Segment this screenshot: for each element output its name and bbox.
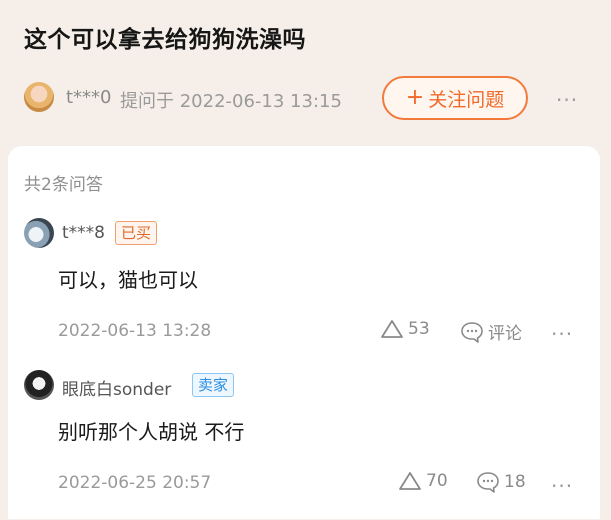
more-dots-icon[interactable]: ··· [556, 90, 578, 110]
answer-user-name[interactable]: 眼底白sonder [62, 375, 171, 400]
question-title: 这个可以拿去给狗狗洗澡吗 [24, 27, 306, 53]
comment-count: 18 [504, 472, 526, 492]
more-dots-icon[interactable]: ··· [551, 324, 573, 344]
comment-bubble-icon [461, 321, 483, 343]
answer-count-label: 共2条问答 [24, 175, 103, 195]
answer-text: 别听那个人胡说 不行 [58, 420, 245, 444]
asker-avatar[interactable] [24, 82, 54, 112]
answer-item: t***8 已买 可以，猫也可以 2022-06-13 13:28 53 评论 … [8, 218, 600, 368]
avatar[interactable] [24, 218, 54, 248]
answer-item: 眼底白sonder 卖家 别听那个人胡说 不行 2022-06-25 20:57… [8, 370, 600, 520]
like-triangle-icon [399, 472, 421, 490]
comment-bubble-icon [477, 472, 499, 493]
answer-user-name[interactable]: t***8 [62, 223, 105, 243]
answer-time: 2022-06-13 13:28 [58, 321, 212, 341]
more-dots-icon[interactable]: ··· [551, 476, 573, 496]
plus-icon: + [405, 85, 425, 110]
like-triangle-icon [381, 320, 403, 338]
bought-badge: 已买 [115, 221, 158, 245]
avatar[interactable] [24, 370, 54, 400]
like-count: 53 [408, 319, 430, 339]
question-header: 这个可以拿去给狗狗洗澡吗 t***0 提问于 2022-06-13 13:15 … [0, 0, 611, 140]
seller-badge: 卖家 [192, 373, 235, 397]
follow-question-label: 关注问题 [428, 88, 505, 111]
ask-time: 提问于 2022-06-13 13:15 [120, 91, 342, 112]
like-count: 70 [426, 471, 448, 491]
answer-text: 可以，猫也可以 [58, 268, 198, 292]
like-button[interactable]: 70 [398, 471, 448, 491]
comment-button[interactable]: 评论 [460, 319, 522, 344]
comment-button[interactable]: 18 [476, 471, 526, 493]
answer-time: 2022-06-25 20:57 [58, 473, 212, 493]
answers-card: 共2条问答 t***8 已买 可以，猫也可以 2022-06-13 13:28 … [8, 146, 600, 519]
follow-question-button[interactable]: + 关注问题 [382, 76, 528, 120]
like-button[interactable]: 53 [380, 319, 430, 339]
asker-name[interactable]: t***0 [66, 87, 112, 108]
comment-label: 评论 [488, 324, 522, 344]
asker-row: t***0 提问于 2022-06-13 13:15 + 关注问题 ··· [24, 76, 594, 120]
